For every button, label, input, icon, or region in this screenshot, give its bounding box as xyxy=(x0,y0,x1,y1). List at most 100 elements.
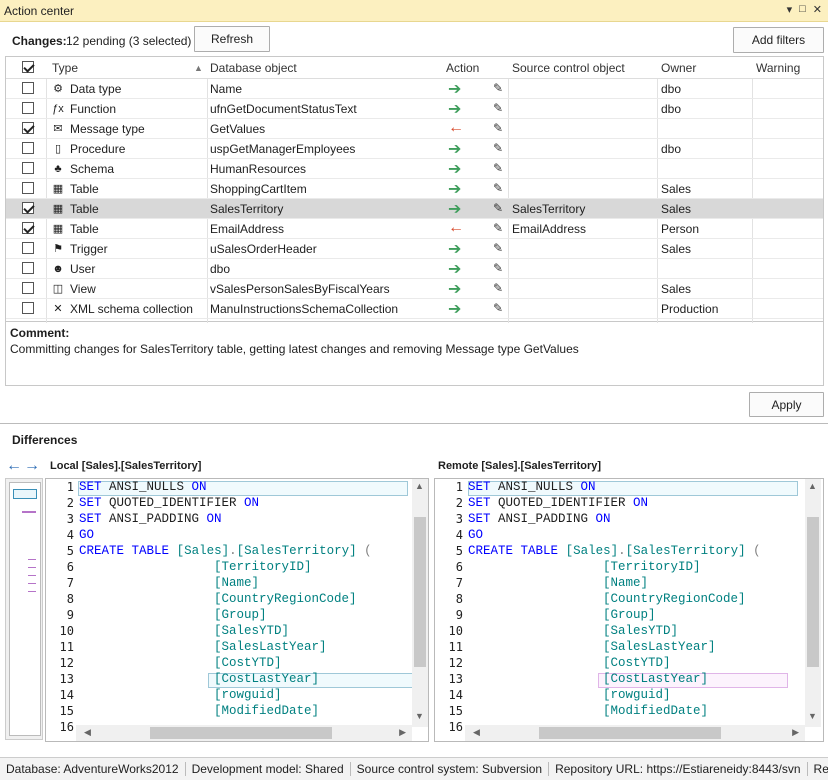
edit-pencil-icon[interactable]: ✎ xyxy=(493,281,503,295)
remote-hscroll[interactable]: ◀ ▶ xyxy=(465,725,805,741)
edit-pencil-icon[interactable]: ✎ xyxy=(493,201,503,215)
apply-arrow-right-icon[interactable]: ➔ xyxy=(448,139,461,159)
apply-button[interactable]: Apply xyxy=(749,392,824,417)
status-database: Database: AdventureWorks2012 xyxy=(0,762,186,776)
row-checkbox[interactable] xyxy=(22,142,34,154)
maximize-icon[interactable]: □ xyxy=(799,3,806,16)
row-type: View xyxy=(70,282,96,296)
code-line: CREATE TABLE [Sales].[SalesTerritory] ( xyxy=(79,544,372,558)
code-line: SET ANSI_PADDING ON xyxy=(79,512,222,526)
edit-pencil-icon[interactable]: ✎ xyxy=(493,241,503,255)
prev-diff-icon[interactable]: ← xyxy=(6,457,22,474)
edit-pencil-icon[interactable]: ✎ xyxy=(493,261,503,275)
refresh-button[interactable]: Refresh xyxy=(194,26,270,52)
edit-pencil-icon[interactable]: ✎ xyxy=(493,101,503,115)
col-owner[interactable]: Owner xyxy=(661,61,696,75)
apply-arrow-right-icon[interactable]: ➔ xyxy=(448,99,461,119)
local-code-editor[interactable]: 1 2 3 4 5 6 7 8 9 10 11 12 13 14 15 16 ▲ ▼ ◀ ▶ SET ANSI… xyxy=(45,478,429,742)
apply-arrow-right-icon[interactable]: ➔ xyxy=(448,159,461,179)
comment-box[interactable]: Comment: Committing changes for SalesTer… xyxy=(5,322,824,386)
col-type[interactable]: Type xyxy=(52,61,78,75)
code-line: SET QUOTED_IDENTIFIER ON xyxy=(468,496,649,510)
edit-pencil-icon[interactable]: ✎ xyxy=(493,221,503,235)
dropdown-icon[interactable]: ▾ xyxy=(787,3,793,16)
table-row[interactable]: ♣ Schema HumanResources ➔ ✎ xyxy=(6,159,823,179)
edit-pencil-icon[interactable]: ✎ xyxy=(493,181,503,195)
remote-code-editor[interactable]: 1 2 3 4 5 6 7 8 9 10 11 12 13 14 15 16 ▲ ▼ ◀ ▶ SET ANSI… xyxy=(434,478,824,742)
sort-asc-icon: ▲ xyxy=(194,63,203,73)
table-row[interactable]: ✕ XML schema collection ManuInstructionsSc… xyxy=(6,299,823,319)
table-row[interactable]: ƒx Function ufnGetDocumentStatusText ➔ ✎ dbo xyxy=(6,99,823,119)
row-checkbox[interactable] xyxy=(22,82,34,94)
apply-arrow-right-icon[interactable]: ➔ xyxy=(448,239,461,259)
remote-pane-label: Remote [Sales].[SalesTerritory] xyxy=(438,460,602,472)
edit-pencil-icon[interactable]: ✎ xyxy=(493,301,503,315)
xml-schema-icon: ✕ xyxy=(53,303,63,315)
panel-titlebar: Action center ▾ □ ✕ xyxy=(0,0,828,22)
row-checkbox[interactable] xyxy=(22,262,34,274)
apply-arrow-right-icon[interactable]: ➔ xyxy=(448,299,461,319)
code-line: [CountryRegionCode] xyxy=(214,592,357,606)
apply-arrow-right-icon[interactable]: ➔ xyxy=(448,199,461,219)
code-line: [rowguid] xyxy=(603,688,671,702)
row-checkbox[interactable] xyxy=(22,202,34,214)
differences-title: Differences xyxy=(12,433,78,447)
table-row[interactable]: ▦ Table EmailAddress ← ✎ EmailAddress Person xyxy=(6,219,823,239)
splitter[interactable] xyxy=(0,423,828,424)
apply-arrow-right-icon[interactable]: ➔ xyxy=(448,179,461,199)
table-row[interactable]: ⚑ Trigger uSalesOrderHeader ➔ ✎ Sales xyxy=(6,239,823,259)
row-type: Procedure xyxy=(70,142,126,156)
col-action[interactable]: Action xyxy=(446,61,479,75)
user-icon: ☻ xyxy=(52,262,64,275)
edit-pencil-icon[interactable]: ✎ xyxy=(493,121,503,135)
row-checkbox[interactable] xyxy=(22,162,34,174)
row-checkbox[interactable] xyxy=(22,122,34,134)
row-checkbox[interactable] xyxy=(22,182,34,194)
row-checkbox[interactable] xyxy=(22,242,34,254)
select-all-checkbox[interactable] xyxy=(22,61,34,73)
status-dev-model: Development model: Shared xyxy=(186,762,351,776)
row-type: Table xyxy=(70,222,99,236)
edit-pencil-icon[interactable]: ✎ xyxy=(493,141,503,155)
diff-overview-map[interactable] xyxy=(5,478,43,740)
col-database-object[interactable]: Database object xyxy=(210,61,297,75)
apply-arrow-right-icon[interactable]: ➔ xyxy=(448,79,461,99)
revert-arrow-left-icon[interactable]: ← xyxy=(448,219,464,237)
col-source-control-object[interactable]: Source control object xyxy=(512,61,625,75)
table-row[interactable]: ☻ User dbo ➔ ✎ xyxy=(6,259,823,279)
comment-label: Comment: xyxy=(10,326,70,340)
row-checkbox[interactable] xyxy=(22,102,34,114)
next-diff-icon[interactable]: → xyxy=(24,457,40,474)
line-number: 10 xyxy=(448,624,463,638)
row-checkbox[interactable] xyxy=(22,222,34,234)
table-row[interactable]: ▦ Table SalesTerritory ➔ ✎ SalesTerritory Sale… xyxy=(6,199,823,219)
apply-arrow-right-icon[interactable]: ➔ xyxy=(448,259,461,279)
edit-pencil-icon[interactable]: ✎ xyxy=(493,81,503,95)
code-line: [CostLastYear] xyxy=(603,672,709,686)
row-owner: Sales xyxy=(661,282,692,296)
row-checkbox[interactable] xyxy=(22,282,34,294)
remote-vscroll[interactable]: ▲ ▼ xyxy=(805,479,821,727)
line-number: 15 xyxy=(448,704,463,718)
comment-text[interactable]: Committing changes for SalesTerritory ta… xyxy=(10,342,579,356)
table-row[interactable]: ▦ Table ShoppingCartItem ➔ ✎ Sales xyxy=(6,179,823,199)
local-hscroll[interactable]: ◀ ▶ xyxy=(76,725,412,741)
add-filters-button[interactable]: Add filters xyxy=(733,27,824,53)
close-icon[interactable]: ✕ xyxy=(813,3,822,16)
table-row[interactable]: ▯ Procedure uspGetManagerEmployees ➔ ✎ dbo xyxy=(6,139,823,159)
apply-arrow-right-icon[interactable]: ➔ xyxy=(448,279,461,299)
line-number: 10 xyxy=(59,624,74,638)
edit-pencil-icon[interactable]: ✎ xyxy=(493,161,503,175)
table-row[interactable]: ⚙ Data type Name ➔ ✎ dbo xyxy=(6,79,823,99)
line-number: 14 xyxy=(448,688,463,702)
row-checkbox[interactable] xyxy=(22,302,34,314)
table-icon: ▦ xyxy=(52,223,64,235)
row-owner: Sales xyxy=(661,202,692,216)
row-owner: dbo xyxy=(661,82,682,96)
row-type: Trigger xyxy=(70,242,108,256)
col-warning[interactable]: Warning xyxy=(756,61,800,75)
local-vscroll[interactable]: ▲ ▼ xyxy=(412,479,428,727)
revert-arrow-left-icon[interactable]: ← xyxy=(448,119,464,137)
table-row[interactable]: ✉ Message type GetValues ← ✎ xyxy=(6,119,823,139)
table-row[interactable]: ◫ View vSalesPersonSalesByFiscalYears ➔ ✎ Sal… xyxy=(6,279,823,299)
